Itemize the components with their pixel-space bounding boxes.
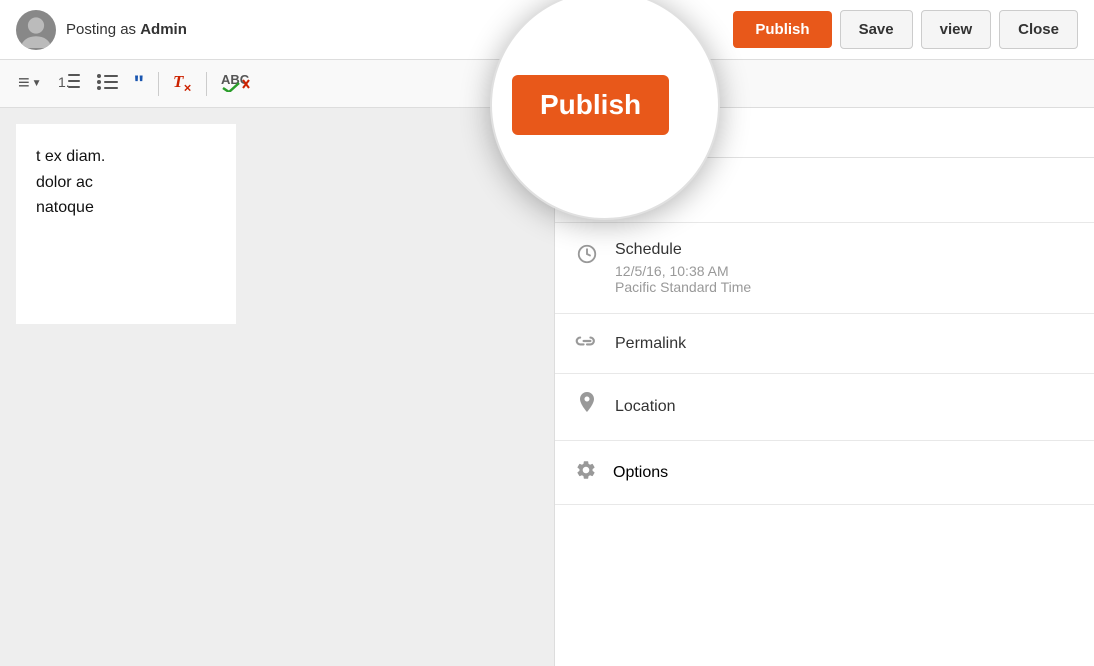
clear-format-icon: T✕ <box>173 72 192 94</box>
unordered-list-icon <box>96 71 118 96</box>
schedule-label: Schedule <box>615 241 751 259</box>
sidebar-item-permalink[interactable]: Permalink <box>555 314 1094 374</box>
permalink-label: Permalink <box>615 335 686 353</box>
preview-button[interactable]: view <box>921 10 992 49</box>
close-button[interactable]: Close <box>999 10 1078 49</box>
editor-area[interactable]: t ex diam. dolor ac natoque <box>0 108 554 666</box>
link-icon <box>575 332 599 355</box>
align-dropdown-icon: ▼ <box>32 78 42 89</box>
avatar <box>16 10 56 50</box>
save-button[interactable]: Save <box>840 10 913 49</box>
location-icon <box>575 392 599 422</box>
magnifier-overlay: Publish <box>490 0 720 220</box>
options-label: Options <box>613 464 668 482</box>
sidebar-item-schedule[interactable]: Schedule 12/5/16, 10:38 AM Pacific Stand… <box>555 223 1094 314</box>
align-button[interactable]: ≡ ▼ <box>12 68 48 99</box>
schedule-time: 12/5/16, 10:38 AM Pacific Standard Time <box>615 263 751 295</box>
toolbar-divider-2 <box>206 72 207 96</box>
blockquote-button[interactable]: " <box>128 67 150 101</box>
spellcheck-button[interactable]: ABC <box>215 66 257 101</box>
gear-icon <box>575 459 597 486</box>
sidebar-item-location[interactable]: Location <box>555 374 1094 441</box>
ordered-list-button[interactable]: 1. <box>52 67 86 100</box>
magnifier-content: Publish <box>492 0 718 218</box>
unordered-list-button[interactable] <box>90 67 124 100</box>
clock-icon <box>575 243 599 271</box>
align-icon: ≡ <box>18 72 30 95</box>
editor-line-3: natoque <box>36 195 216 221</box>
header-buttons: Publish Save view Close <box>733 10 1078 49</box>
editor-line-2: dolor ac <box>36 170 216 196</box>
clear-format-button[interactable]: T✕ <box>167 68 198 98</box>
svg-text:1.: 1. <box>58 74 70 90</box>
ordered-list-icon: 1. <box>58 71 80 96</box>
publish-button[interactable]: Publish <box>733 11 831 48</box>
schedule-content: Schedule 12/5/16, 10:38 AM Pacific Stand… <box>615 241 751 295</box>
editor-content[interactable]: t ex diam. dolor ac natoque <box>16 124 236 324</box>
spellcheck-icon: ABC <box>221 70 251 97</box>
posting-as-label: Posting as Admin <box>66 21 187 38</box>
editor-line-1: t ex diam. <box>36 144 216 170</box>
quote-icon: " <box>134 71 144 97</box>
location-label: Location <box>615 398 676 416</box>
magnifier-publish-label: Publish <box>512 75 669 135</box>
toolbar-divider <box>158 72 159 96</box>
sidebar-item-options[interactable]: Options <box>555 441 1094 505</box>
